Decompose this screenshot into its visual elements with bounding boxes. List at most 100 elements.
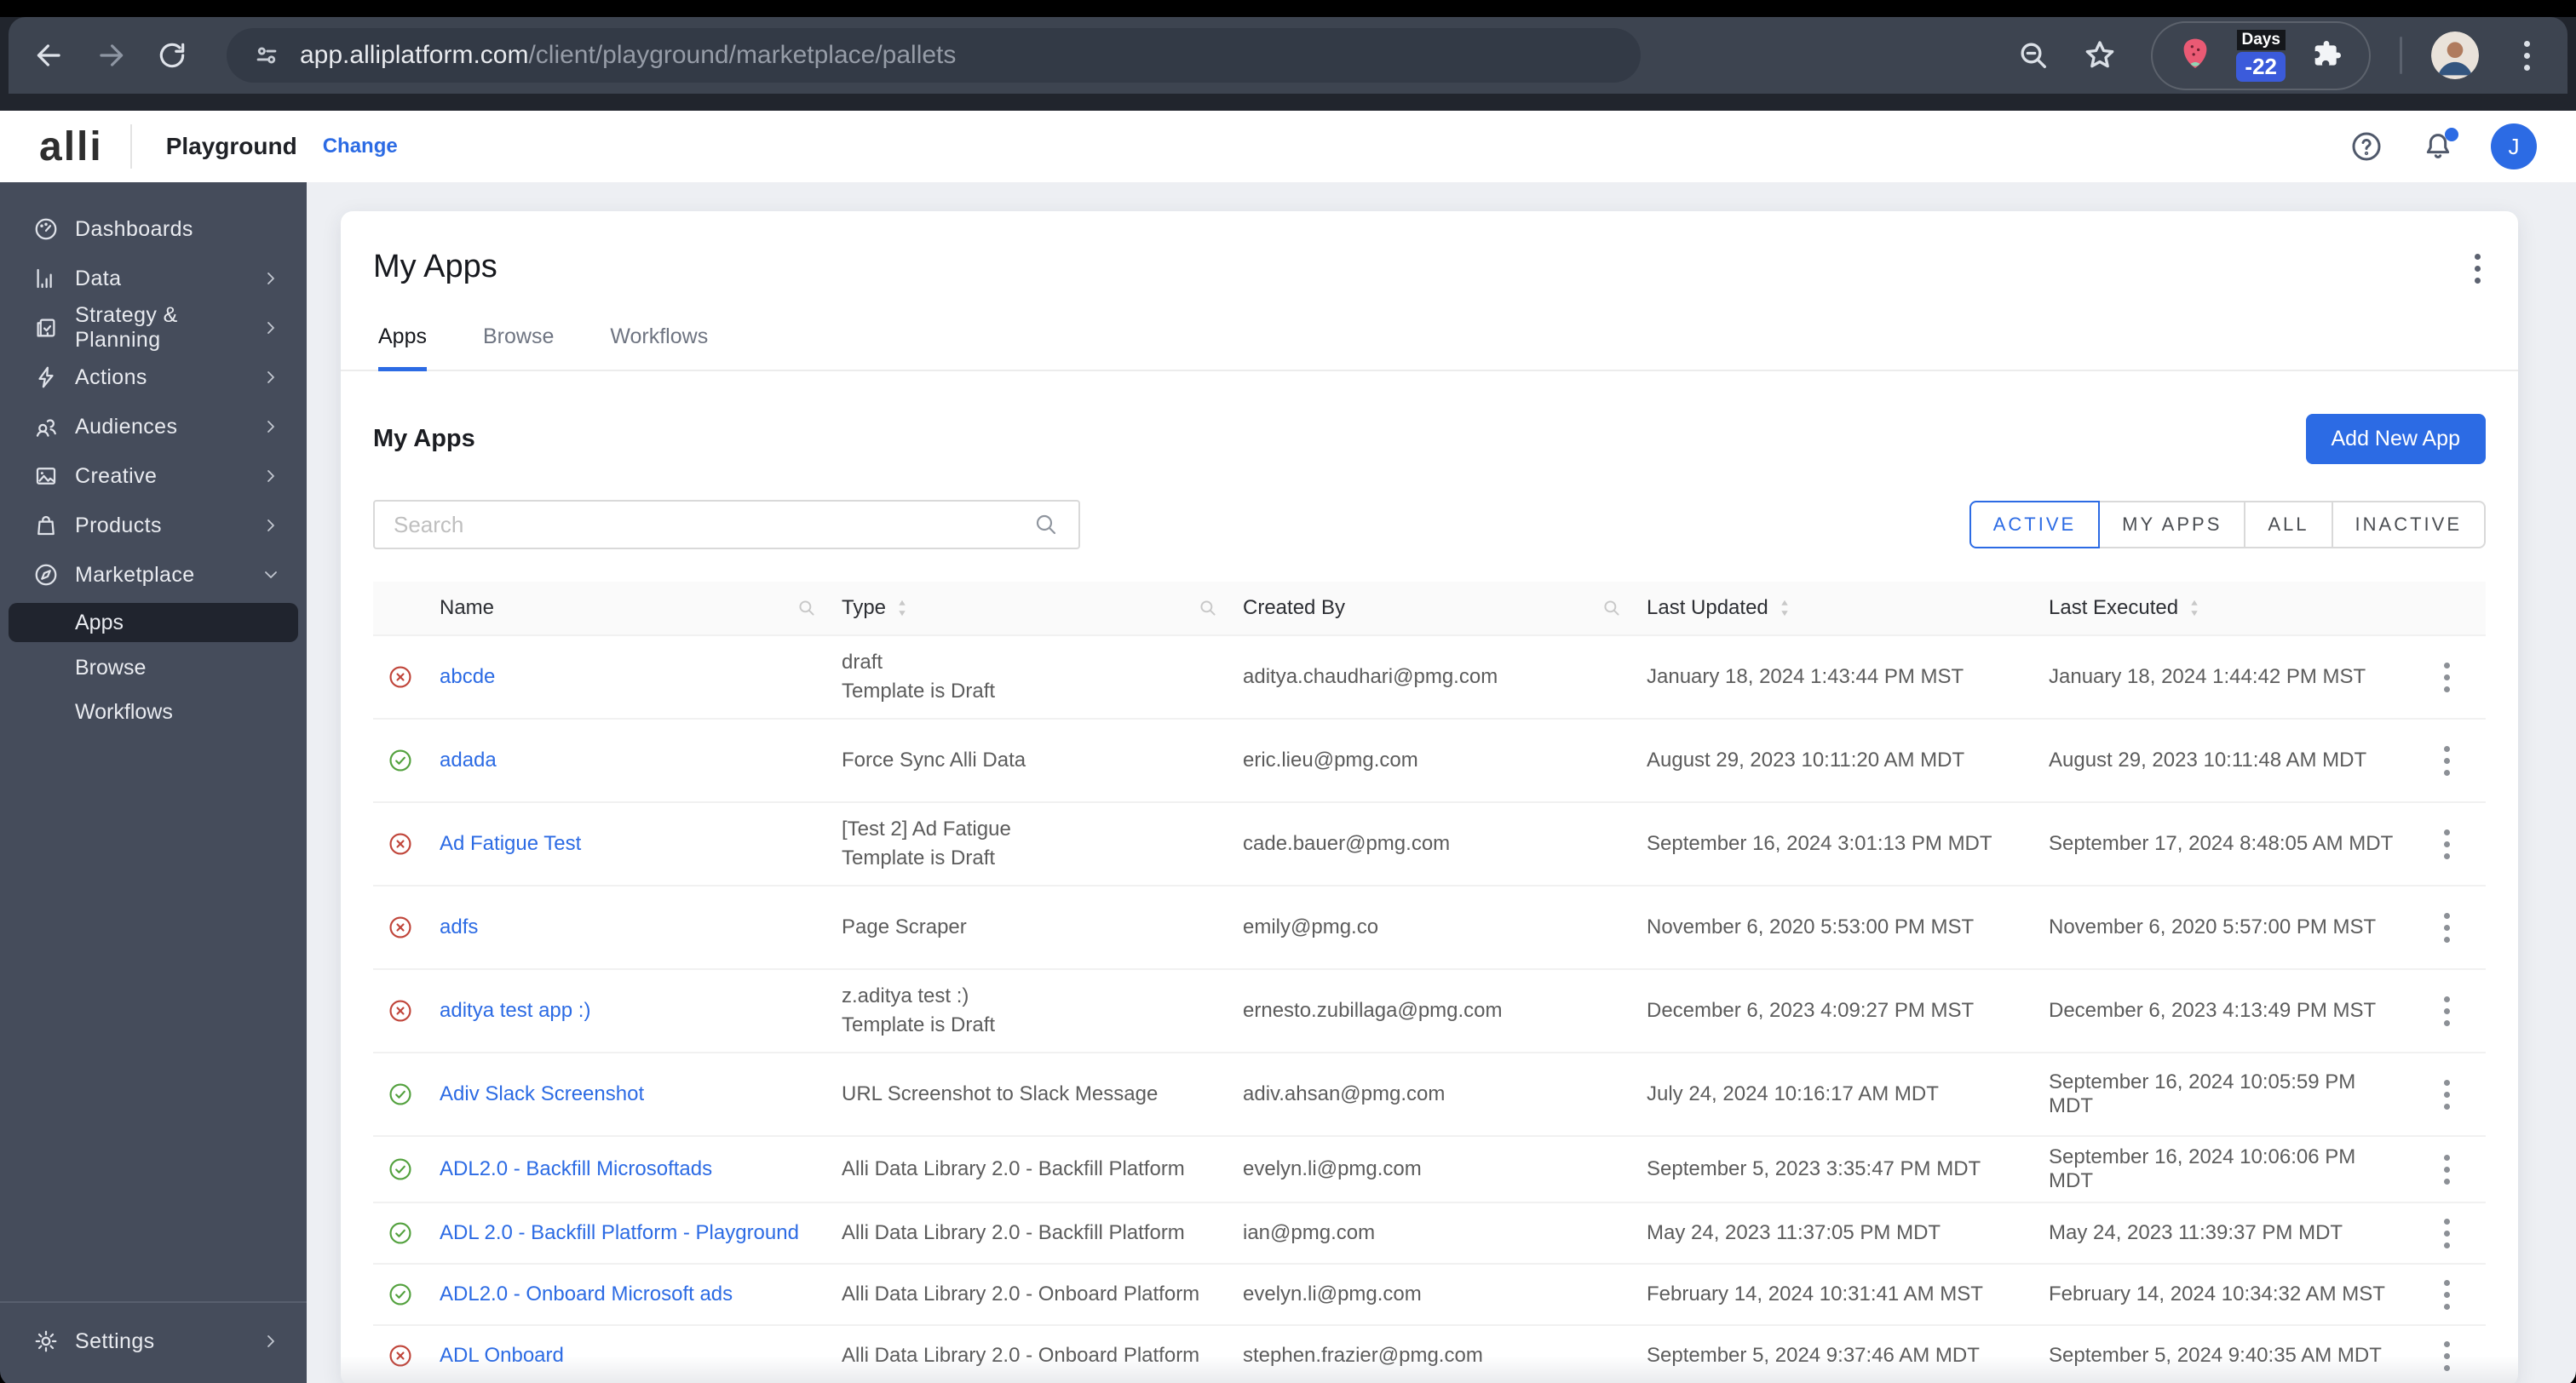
days-countdown-badge[interactable]: Days -22 (2236, 29, 2286, 82)
app-name-link[interactable]: adada (440, 749, 497, 772)
tab-browse[interactable]: Browse (483, 324, 554, 370)
app-type: [Test 2] Ad Fatigue Template is Draft (842, 818, 1011, 869)
app-last-executed: January 18, 2024 1:44:42 PM MST (2049, 665, 2366, 688)
app-last-executed: September 17, 2024 8:48:05 AM MDT (2049, 832, 2394, 855)
sidebar-divider (0, 1301, 307, 1303)
add-new-app-button[interactable]: Add New App (2305, 414, 2486, 464)
table-row: ADL 2.0 - Backfill Platform - Playground… (373, 1202, 2486, 1263)
client-name: Playground (165, 133, 297, 159)
chevron-right-icon (261, 318, 281, 338)
zoom-out-icon[interactable] (2015, 37, 2052, 74)
table-row: ADL2.0 - Backfill Microsoftads Alli Data… (373, 1135, 2486, 1202)
sidebar-item-products[interactable]: Products (0, 501, 307, 550)
sidebar-item-data[interactable]: Data (0, 254, 307, 303)
row-menu-icon[interactable] (2412, 1279, 2486, 1310)
table-body: abcde draft Template is Draft aditya.chau… (373, 634, 2486, 1383)
filter-inactive[interactable]: INACTIVE (2331, 501, 2486, 548)
status-ok-icon (389, 1158, 411, 1180)
filter-my-apps[interactable]: MY APPS (2098, 501, 2246, 548)
app-name-link[interactable]: Adiv Slack Screenshot (440, 1082, 644, 1105)
app-type: Page Scraper (842, 915, 967, 938)
row-menu-icon[interactable] (2412, 996, 2486, 1026)
sidebar-item-actions[interactable]: Actions (0, 353, 307, 402)
column-search-icon[interactable] (1601, 597, 1623, 619)
tab-workflows[interactable]: Workflows (610, 324, 708, 370)
sort-icon[interactable] (2187, 599, 2202, 617)
user-avatar[interactable]: J (2491, 123, 2537, 169)
sidebar-item-settings[interactable]: Settings (0, 1317, 307, 1366)
sidebar-item-marketplace[interactable]: Marketplace (0, 550, 307, 600)
app-type: draft Template is Draft (842, 651, 996, 703)
app-last-executed: September 16, 2024 10:06:06 PM MDT (2049, 1145, 2356, 1192)
search-input[interactable] (394, 511, 1032, 538)
column-header-type: Type (842, 596, 887, 619)
app-last-updated: May 24, 2023 11:37:05 PM MDT (1647, 1221, 1941, 1244)
row-menu-icon[interactable] (2412, 745, 2486, 776)
column-search-icon[interactable] (796, 597, 818, 619)
column-search-icon[interactable] (1197, 597, 1219, 619)
sidebar-item-browse[interactable]: Browse (0, 646, 307, 690)
sidebar-item-workflows[interactable]: Workflows (0, 690, 307, 734)
row-menu-icon[interactable] (2412, 662, 2486, 692)
sort-icon[interactable] (1777, 599, 1792, 617)
sidebar-item-audiences[interactable]: Audiences (0, 402, 307, 451)
browser-profile-avatar[interactable] (2431, 32, 2479, 79)
app-name-link[interactable]: abcde (440, 665, 495, 688)
url-text: app.alliplatform.com/client/playground/m… (300, 41, 957, 69)
main-content: My Apps Apps Browse Workflows My Apps Ad… (307, 182, 2576, 1383)
app-name-link[interactable]: aditya test app :) (440, 999, 590, 1022)
app-name-link[interactable]: ADL2.0 - Onboard Microsoft ads (440, 1283, 733, 1306)
filter-active[interactable]: ACTIVE (1969, 501, 2101, 548)
reload-icon[interactable] (153, 37, 191, 74)
chevron-right-icon (261, 416, 281, 437)
app-name-link[interactable]: adfs (440, 915, 478, 938)
chevron-right-icon (261, 367, 281, 387)
header-divider (129, 124, 132, 169)
status-error-icon (389, 1345, 411, 1367)
sidebar-item-strategy-planning[interactable]: Strategy & Planning (0, 303, 307, 353)
app-type: Alli Data Library 2.0 - Backfill Platfor… (842, 1157, 1185, 1180)
filter-all[interactable]: ALL (2244, 501, 2333, 548)
app-name-link[interactable]: ADL2.0 - Backfill Microsoftads (440, 1157, 712, 1180)
app-type: Alli Data Library 2.0 - Onboard Platform (842, 1344, 1200, 1367)
table-row: aditya test app :) z.aditya test :) Templ… (373, 968, 2486, 1052)
app-last-executed: May 24, 2023 11:39:37 PM MDT (2049, 1221, 2343, 1244)
app-name-link[interactable]: ADL Onboard (440, 1344, 564, 1367)
strawberry-extension-icon[interactable] (2176, 35, 2214, 77)
row-menu-icon[interactable] (2412, 1079, 2486, 1110)
row-menu-icon[interactable] (2412, 1218, 2486, 1248)
sidebar-item-apps[interactable]: Apps (9, 603, 298, 642)
app-type: Alli Data Library 2.0 - Onboard Platform (842, 1283, 1200, 1306)
row-menu-icon[interactable] (2412, 912, 2486, 943)
sidebar-item-creative[interactable]: Creative (0, 451, 307, 501)
sort-icon[interactable] (894, 599, 910, 617)
change-client-link[interactable]: Change (323, 135, 398, 158)
status-error-icon (389, 833, 411, 855)
app-last-executed: August 29, 2023 10:11:48 AM MDT (2049, 749, 2367, 772)
browser-menu-icon[interactable] (2508, 37, 2545, 74)
app-last-updated: February 14, 2024 10:31:41 AM MST (1647, 1283, 1983, 1306)
bookmark-star-icon[interactable] (2081, 37, 2119, 74)
search-icon (1036, 514, 1056, 535)
app-last-updated: December 6, 2023 4:09:27 PM MST (1647, 999, 1975, 1022)
row-menu-icon[interactable] (2412, 1154, 2486, 1185)
status-ok-icon (389, 1222, 411, 1244)
app-created-by: eric.lieu@pmg.com (1243, 749, 1418, 772)
page-menu-icon[interactable] (2470, 249, 2486, 289)
app-name-link[interactable]: Ad Fatigue Test (440, 832, 581, 855)
app-type: z.aditya test :) Template is Draft (842, 984, 996, 1036)
notifications-bell-icon[interactable] (2419, 128, 2458, 165)
forward-icon[interactable] (92, 37, 129, 74)
chevron-right-icon (261, 268, 281, 289)
url-bar[interactable]: app.alliplatform.com/client/playground/m… (227, 28, 1641, 83)
tab-apps[interactable]: Apps (378, 324, 427, 371)
help-icon[interactable] (2348, 128, 2385, 165)
sidebar-item-dashboards[interactable]: Dashboards (0, 204, 307, 254)
app-created-by: evelyn.li@pmg.com (1243, 1157, 1422, 1180)
app-name-link[interactable]: ADL 2.0 - Backfill Platform - Playground (440, 1221, 799, 1244)
extensions-puzzle-icon[interactable] (2308, 37, 2345, 74)
back-icon[interactable] (31, 37, 68, 74)
clipboard-icon (32, 314, 60, 341)
row-menu-icon[interactable] (2412, 1340, 2486, 1371)
row-menu-icon[interactable] (2412, 829, 2486, 859)
